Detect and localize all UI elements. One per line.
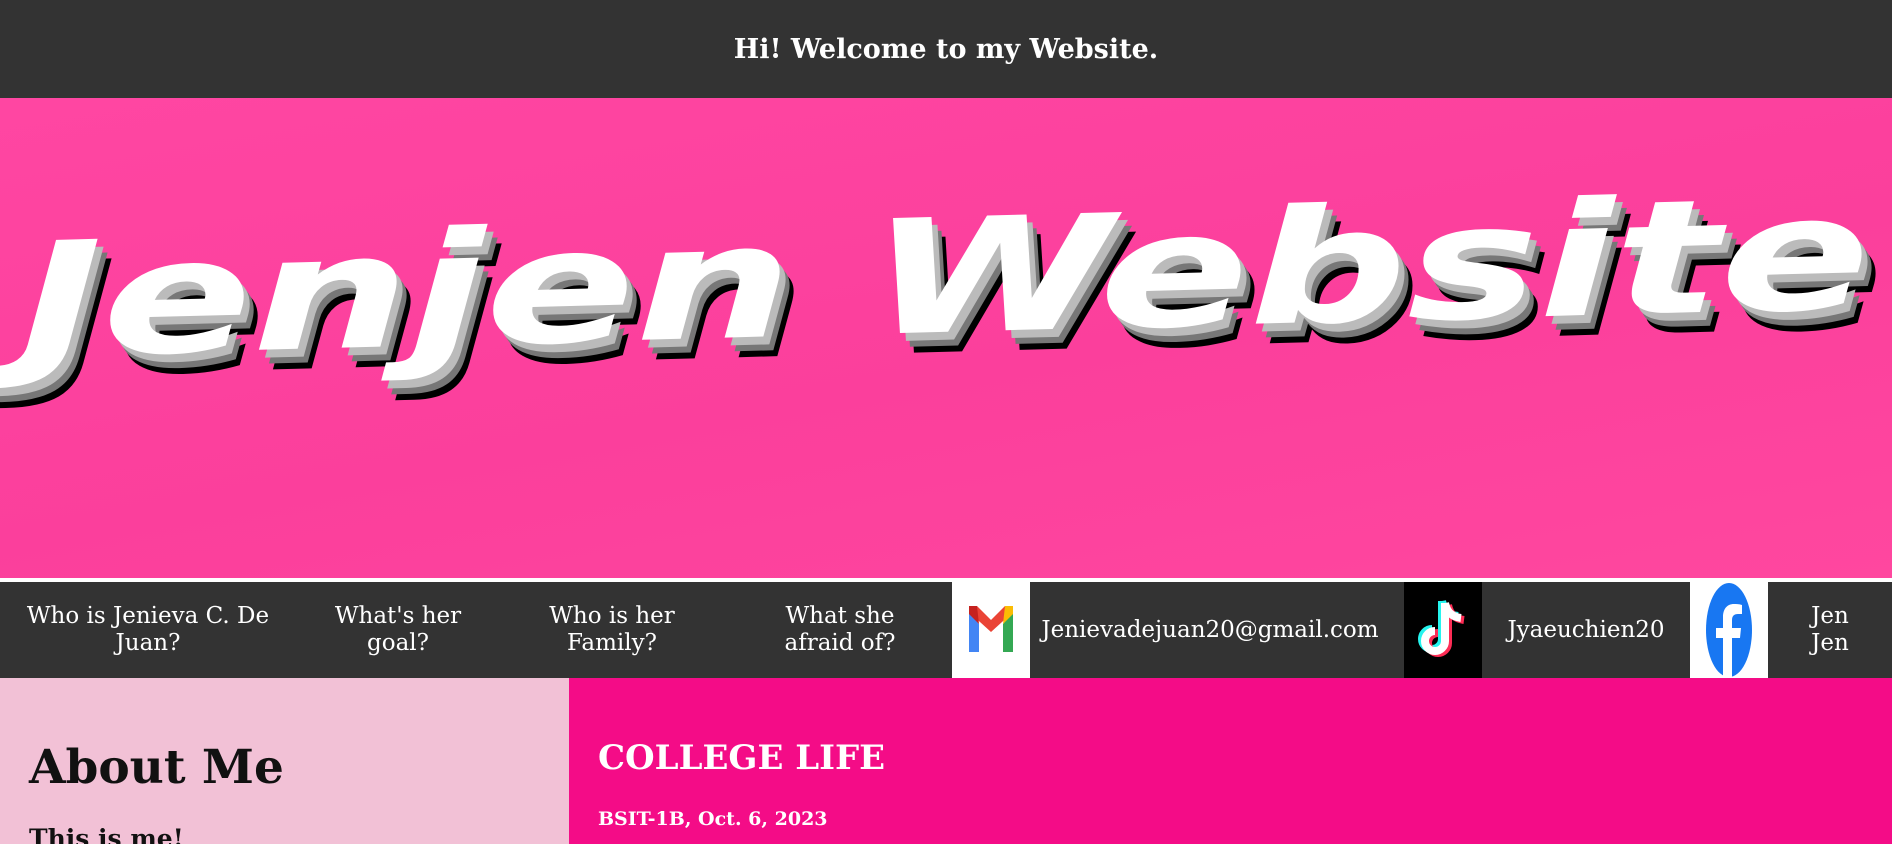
banner-title-graphic: Jenjen Website Jenjen Website Jenjen Web… [0, 162, 1884, 415]
page-title: Hi! Welcome to my Website. [733, 33, 1159, 65]
nav-link-who-is[interactable]: Who is Jenieva C. De Juan? [18, 582, 278, 678]
nav-link-goal[interactable]: What's her goal? [318, 582, 478, 678]
nav-link-afraid[interactable]: What she afraid of? [760, 582, 920, 678]
main-nav: Who is Jenieva C. De Juan? What's her goal… [0, 582, 1892, 678]
college-heading: COLLEGE LIFE [598, 738, 886, 778]
facebook-link[interactable]: Jen Jen [1790, 582, 1870, 678]
facebook-icon[interactable] [1690, 582, 1768, 678]
gmail-icon[interactable] [952, 582, 1030, 678]
about-heading: About Me [29, 740, 284, 795]
tiktok-icon[interactable] [1404, 582, 1482, 678]
about-subheading: This is me! [29, 824, 184, 844]
site-header: Hi! Welcome to my Website. [0, 0, 1892, 98]
tiktok-link[interactable]: Jyaeuchien20 [1496, 582, 1676, 678]
college-section: COLLEGE LIFE BSIT-1B, Oct. 6, 2023 [569, 678, 1892, 844]
hero-banner: Jenjen Website Jenjen Website Jenjen Web… [0, 98, 1892, 578]
nav-link-family[interactable]: Who is her Family? [532, 582, 692, 678]
email-link[interactable]: Jenievadejuan20@gmail.com [1040, 582, 1380, 678]
about-section: About Me This is me! [0, 678, 569, 844]
college-meta: BSIT-1B, Oct. 6, 2023 [598, 808, 828, 830]
